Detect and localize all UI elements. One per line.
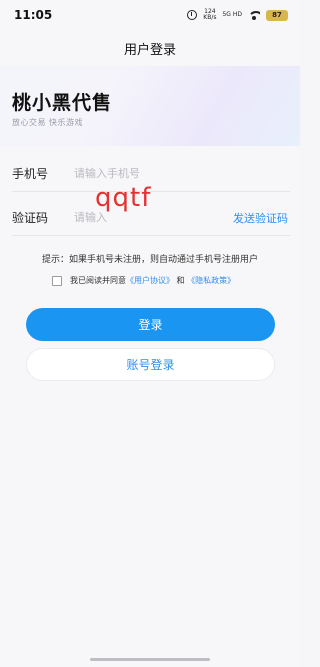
agreement-and: 和 [176,276,185,285]
login-button[interactable]: 登录 [26,308,275,341]
privacy-policy-link[interactable]: 《隐私政策》 [187,276,235,285]
status-icons: 124 KB/s 5G HD 87 [187,9,288,21]
register-hint: 提示：如果手机号未注册，则自动通过手机号注册用户 [41,255,258,265]
phone-label: 手机号 [12,167,49,181]
user-agreement-link[interactable]: 《用户协议》 [126,276,174,285]
send-code-button[interactable]: 发送验证码 [233,210,290,226]
agreement-row: 我已阅读并同意《用户协议》 和 《隐私政策》 [52,275,235,286]
agreement-checkbox[interactable] [52,275,62,286]
watermark-text: qqtf [95,183,152,213]
account-login-button[interactable]: 账号登录 [26,348,275,381]
page-header: 用户登录 [0,30,300,66]
page-title: 用户登录 [123,42,176,58]
agreement-text: 我已阅读并同意《用户协议》 和 《隐私政策》 [70,275,235,286]
home-indicator[interactable] [90,658,210,661]
agreement-prefix: 我已阅读并同意 [70,276,126,285]
app-subtitle: 放心交易 快乐游戏 [12,118,84,127]
status-bar: 11:05 124 KB/s 5G HD 87 [0,0,300,30]
alarm-icon [187,10,198,20]
login-screen: 11:05 124 KB/s 5G HD 87 用户登录 桃小黑代售 放心交易 … [0,0,300,667]
phone-input[interactable] [74,167,290,180]
wifi-icon [248,10,260,20]
net-speed: 124 KB/s [203,9,216,21]
battery-icon: 87 [266,9,288,21]
status-time: 11:05 [14,8,53,22]
network-label: 5G HD [222,11,242,18]
code-label: 验证码 [12,211,49,225]
app-title: 桃小黑代售 [12,92,113,114]
net-speed-unit: KB/s [203,14,217,21]
